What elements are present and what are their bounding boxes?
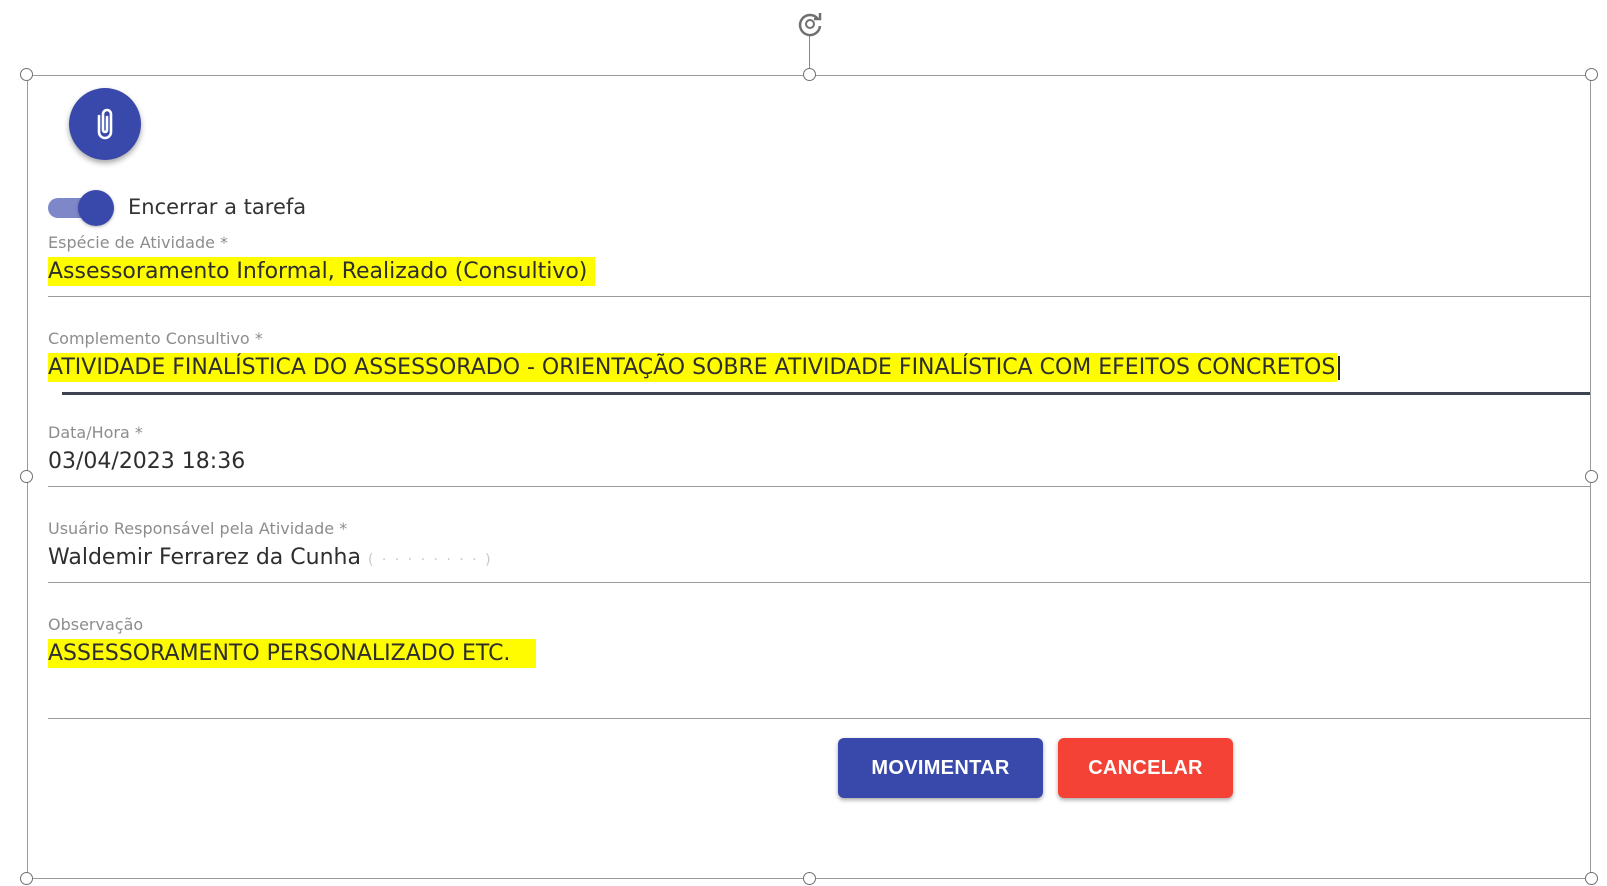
activity-type-underline (48, 296, 1590, 297)
redacted-text: ( · · · · · · · · ) (367, 552, 493, 568)
responsible-user-underline (48, 582, 1590, 583)
close-task-toggle-row: Encerrar a tarefa (48, 190, 307, 226)
paperclip-icon (97, 108, 113, 140)
observation-label: Observação (48, 615, 144, 634)
responsible-user-label: Usuário Responsável pela Atividade * (48, 519, 348, 538)
consultive-complement-value-row: ATIVIDADE FINALÍSTICA DO ASSESSORADO - O… (48, 350, 1590, 386)
activity-type-field[interactable]: Espécie de Atividade * Assessoramento In… (48, 232, 1590, 297)
observation-value-row: ASSESSORAMENTO PERSONALIZADO ETC. (48, 636, 1590, 672)
close-task-toggle[interactable] (48, 190, 114, 226)
responsible-user-value-row: Waldemir Ferrarez da Cunha ( · · · · · ·… (48, 540, 1590, 576)
consultive-complement-field[interactable]: Complemento Consultivo * ATIVIDADE FINAL… (48, 328, 1590, 395)
task-dialog: Encerrar a tarefa Espécie de Atividade *… (28, 76, 1590, 878)
datetime-underline (48, 486, 1590, 487)
responsible-user-field[interactable]: Usuário Responsável pela Atividade * Wal… (48, 518, 1590, 583)
consultive-complement-label: Complemento Consultivo (48, 329, 250, 348)
required-mark: * (254, 329, 263, 348)
consultive-complement-label-row: Complemento Consultivo * (48, 328, 1590, 350)
consultive-complement-underline (62, 392, 1590, 395)
move-button[interactable]: MOVIMENTAR (838, 738, 1043, 798)
observation-value: ASSESSORAMENTO PERSONALIZADO ETC. (48, 639, 537, 668)
observation-field[interactable]: Observação ASSESSORAMENTO PERSONALIZADO … (48, 614, 1590, 719)
datetime-field[interactable]: Data/Hora * 03/04/2023 18:36 (48, 422, 1590, 487)
activity-type-value: Assessoramento Informal, Realizado (Cons… (48, 257, 596, 286)
responsible-user-value: Waldemir Ferrarez da Cunha (48, 545, 361, 570)
rotate-icon[interactable] (794, 8, 826, 40)
observation-underline (48, 718, 1590, 719)
datetime-label: Data/Hora * (48, 423, 143, 442)
consultive-complement-value: ATIVIDADE FINALÍSTICA DO ASSESSORADO - O… (48, 353, 1338, 382)
attach-button[interactable] (69, 88, 141, 160)
text-caret (1338, 356, 1341, 380)
canvas: Encerrar a tarefa Espécie de Atividade *… (0, 0, 1607, 886)
toggle-thumb (78, 190, 114, 226)
close-task-label: Encerrar a tarefa (128, 195, 307, 219)
activity-type-value-row: Assessoramento Informal, Realizado (Cons… (48, 254, 1590, 290)
activity-type-label: Espécie de Atividade * (48, 233, 229, 252)
cancel-button[interactable]: CANCELAR (1058, 738, 1233, 798)
datetime-value: 03/04/2023 18:36 (48, 449, 246, 474)
